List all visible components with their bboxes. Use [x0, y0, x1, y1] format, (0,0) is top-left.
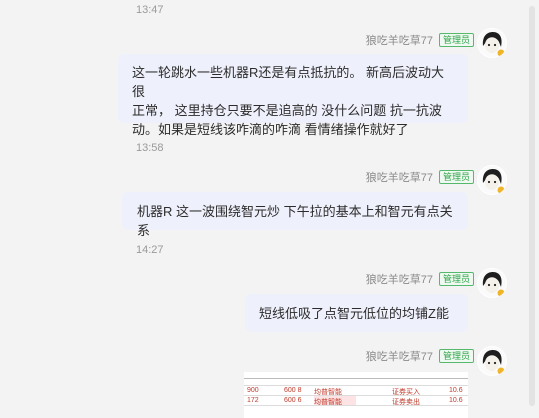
message-line: 正常， 这里持仓只要不是追高的 没什么问题 抗一抗波: [132, 103, 442, 118]
timestamp: 14:27: [136, 244, 164, 256]
table-cell: 10.6: [449, 387, 463, 394]
message-line: 动。如果是短线该咋滴的咋滴 看情绪操作就好了: [132, 122, 409, 137]
table-cell: 600 8: [284, 387, 302, 394]
table-row: [244, 405, 468, 416]
table-cell: 600 6: [284, 397, 302, 404]
message-bubble[interactable]: 这一轮跳水一些机器R还是有点抵抗的。 新高后波动大很 正常， 这里持仓只要不是追…: [118, 54, 468, 137]
image-message[interactable]: 900 600 8 均普智能 证券买入 10.6 172 600 6 均普智能 …: [244, 372, 468, 418]
timestamp: 13:47: [136, 4, 164, 16]
message-bubble[interactable]: 机器R 这一波围绕智元炒 下午拉的基本上和智元有点关系: [122, 192, 468, 238]
admin-badge: 管理员: [438, 272, 474, 286]
admin-badge: 管理员: [438, 170, 474, 184]
avatar[interactable]: [477, 346, 507, 376]
message-line: 机器R 这一波围绕智元炒 下午拉的基本上和智元有点关系: [137, 204, 453, 238]
sender-name[interactable]: 狼吃羊吃草77: [366, 169, 433, 185]
table-cell: 900: [247, 387, 259, 394]
avatar[interactable]: [477, 268, 507, 298]
message-meta: 狼吃羊吃草77 管理员: [366, 32, 474, 48]
message-meta: 狼吃羊吃草77 管理员: [366, 271, 474, 287]
avatar-image: [478, 166, 506, 194]
avatar[interactable]: [477, 165, 507, 195]
sender-name[interactable]: 狼吃羊吃草77: [366, 348, 433, 364]
scrollbar[interactable]: [524, 0, 539, 418]
avatar-image: [478, 29, 506, 57]
chat-area: 13:47 狼吃羊吃草77 管理员 这一轮跳水一些机器R还是有点抵抗的。 新高后…: [0, 0, 524, 418]
avatar-image: [478, 347, 506, 375]
message-bubble[interactable]: 短线低吸了点智元低位的均铺Z能: [245, 294, 468, 332]
timestamp: 13:58: [136, 142, 164, 154]
message-line: 这一轮跳水一些机器R还是有点抵抗的。 新高后波动大很: [132, 65, 445, 99]
sender-name[interactable]: 狼吃羊吃草77: [366, 271, 433, 287]
sender-name[interactable]: 狼吃羊吃草77: [366, 32, 433, 48]
avatar-image: [478, 269, 506, 297]
table-cell: 172: [247, 397, 259, 404]
avatar[interactable]: [477, 28, 507, 58]
message-line: 短线低吸了点智元低位的均铺Z能: [259, 306, 449, 321]
message-meta: 狼吃羊吃草77 管理员: [366, 169, 474, 185]
table-cell: 10.6: [449, 397, 463, 404]
admin-badge: 管理员: [438, 349, 474, 363]
scrollbar-thumb[interactable]: [529, 6, 535, 406]
message-meta: 狼吃羊吃草77 管理员: [366, 348, 474, 364]
admin-badge: 管理员: [438, 33, 474, 47]
